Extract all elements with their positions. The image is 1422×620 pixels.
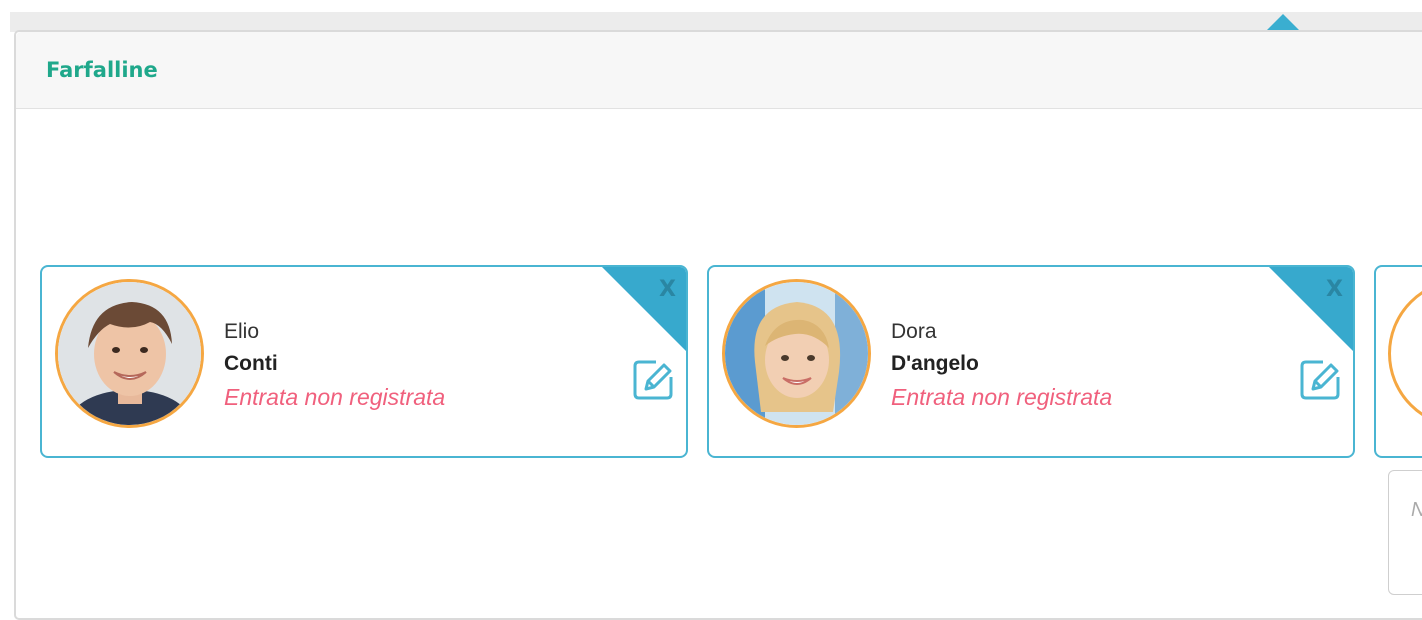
note-field-partial[interactable]: N <box>1388 470 1422 595</box>
avatar[interactable] <box>722 279 871 428</box>
avatar[interactable] <box>1388 279 1422 428</box>
child-photo-girl <box>725 282 868 425</box>
child-last-name: Conti <box>224 352 278 375</box>
avatar[interactable] <box>55 279 204 428</box>
remove-child-button[interactable]: X <box>659 279 676 301</box>
note-placeholder: N <box>1411 499 1422 522</box>
child-photo-boy <box>58 282 201 425</box>
child-first-name: Dora <box>891 320 937 343</box>
panel-header: Farfalline <box>16 32 1422 109</box>
edit-button[interactable] <box>1299 359 1341 401</box>
edit-button[interactable] <box>632 359 674 401</box>
top-strip <box>0 0 1422 32</box>
remove-child-button[interactable]: X <box>1326 279 1343 301</box>
child-last-name: D'angelo <box>891 352 979 375</box>
pencil-square-icon <box>1300 360 1340 400</box>
entry-status: Entrata non registrata <box>224 384 446 410</box>
top-strip-bar <box>10 12 1422 32</box>
popover-pointer <box>1266 14 1300 31</box>
child-first-name: Elio <box>224 320 260 343</box>
child-card-partial[interactable] <box>1374 265 1422 458</box>
pencil-square-icon <box>633 360 673 400</box>
group-title: Farfalline <box>46 58 158 82</box>
entry-status: Entrata non registrata <box>891 384 1113 410</box>
child-card[interactable]: X Elio Conti Entrata non registrata <box>40 265 688 458</box>
child-card[interactable]: X Dora D'angelo Entrata non registrata <box>707 265 1355 458</box>
